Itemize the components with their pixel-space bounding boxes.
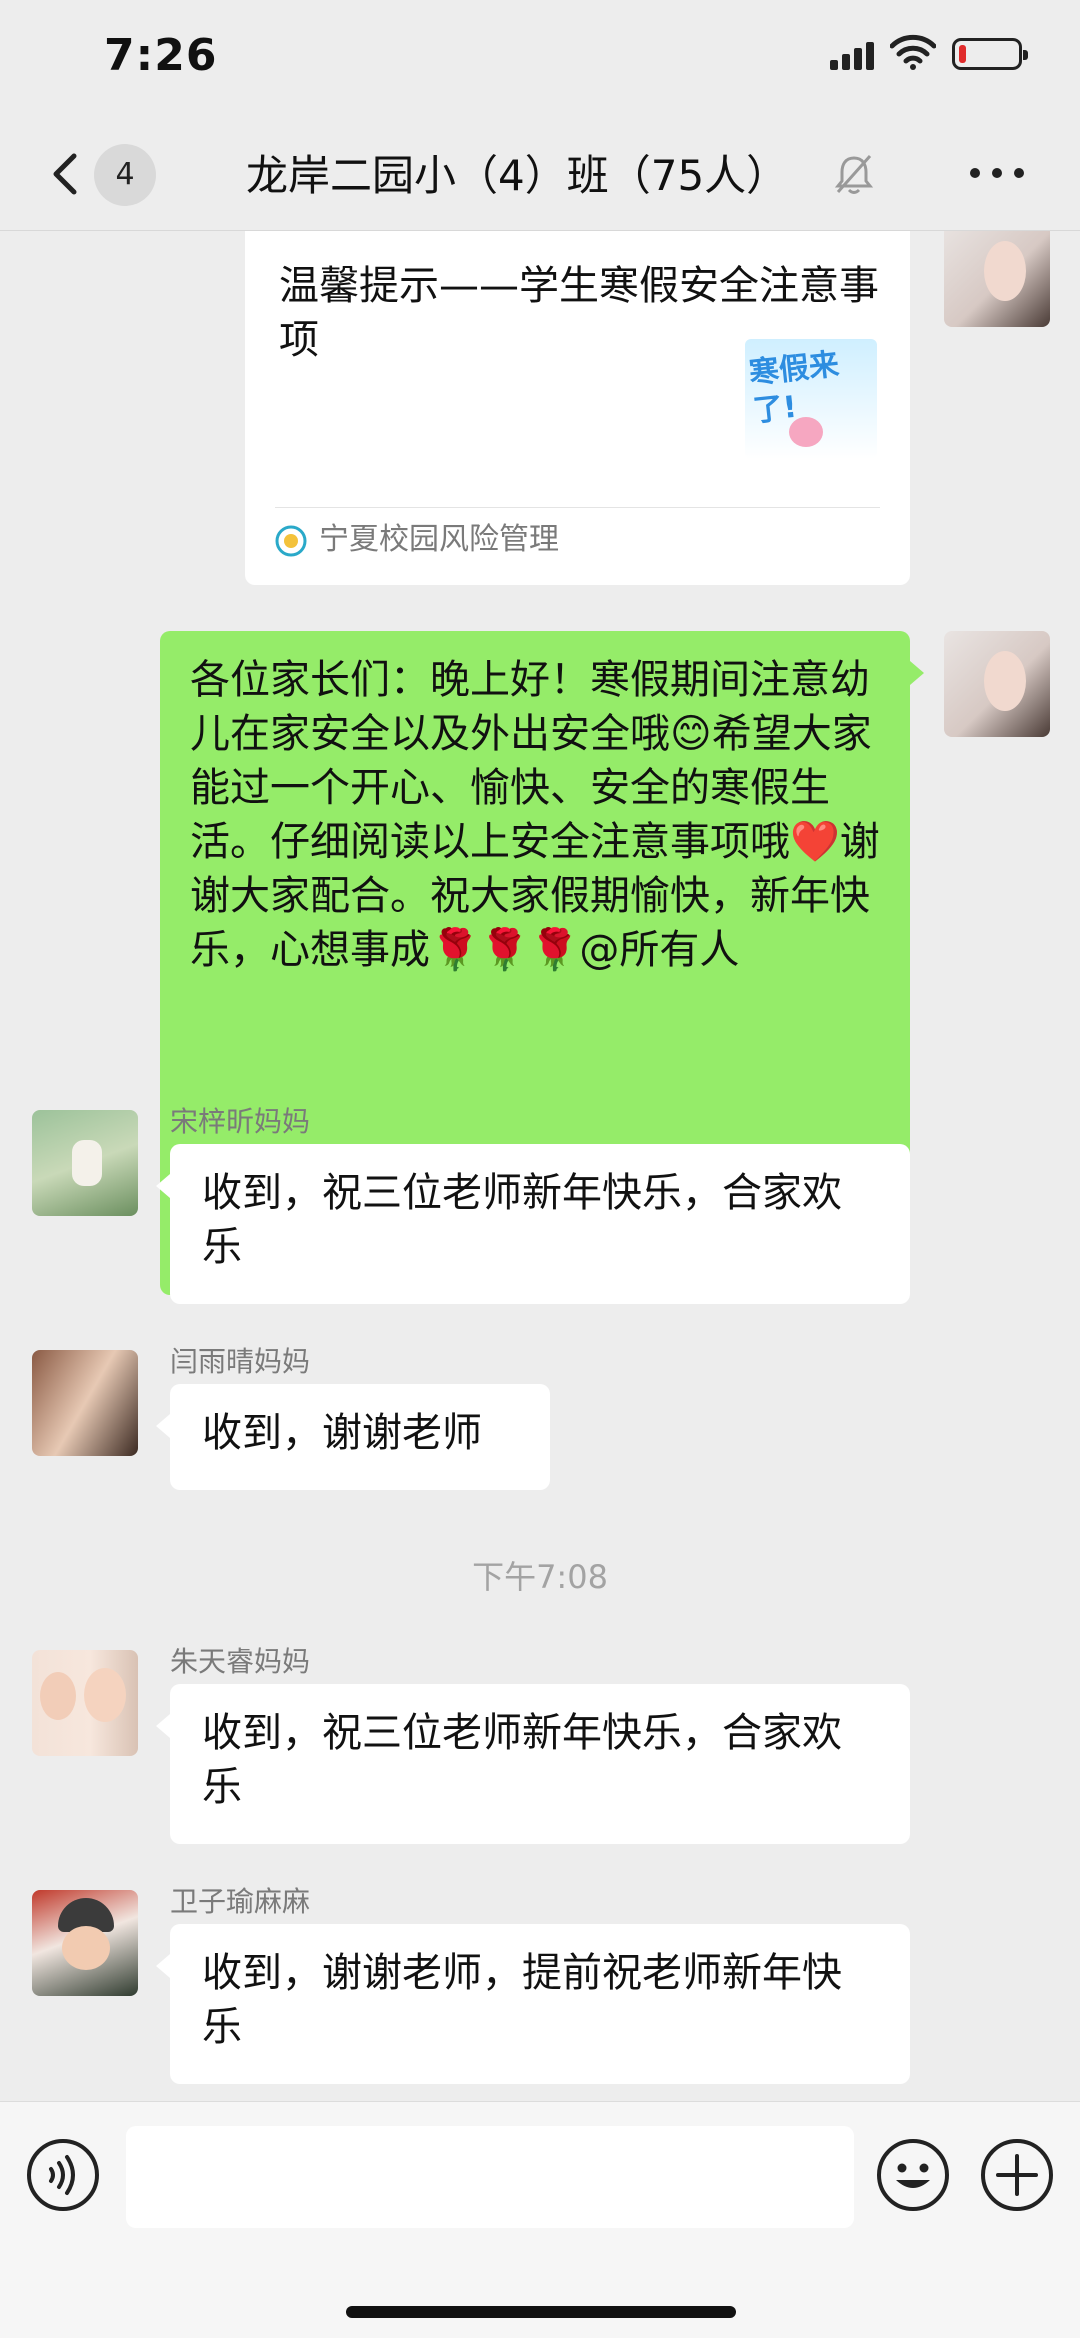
sender-name: 卫子瑜麻麻: [170, 1885, 311, 1918]
unread-count-badge[interactable]: 4: [94, 144, 156, 206]
battery-icon: [952, 38, 1028, 70]
message-timestamp: 下午7:08: [472, 1558, 608, 1596]
input-bar: [0, 2101, 1080, 2338]
home-indicator[interactable]: [346, 2306, 736, 2318]
self-avatar[interactable]: [944, 631, 1050, 737]
chat-header: 4 龙岸二园小（4）班（75人）: [0, 118, 1080, 231]
group-chat-title: 龙岸二园小（4）班（75人）: [246, 151, 789, 200]
source-logo-icon: [275, 525, 307, 557]
wifi-icon: [890, 34, 936, 70]
status-bar: 7:26: [0, 0, 1080, 118]
shared-article-card[interactable]: 温馨提示——学生寒假安全注意事项 寒假来了! 宁夏校园风险管理: [245, 231, 910, 585]
sender-avatar[interactable]: [32, 1110, 138, 1216]
message-bubble[interactable]: 收到，祝三位老师新年快乐，合家欢乐: [156, 1684, 910, 1844]
message-text: 收到，祝三位老师新年快乐，合家欢乐: [202, 1170, 842, 1270]
sender-name: 宋梓昕妈妈: [170, 1105, 311, 1138]
status-time: 7:26: [104, 30, 218, 81]
message-list[interactable]: 温馨提示——学生寒假安全注意事项 寒假来了! 宁夏校园风险管理 各位家长们：晚上…: [0, 231, 1080, 2101]
mute-bell-icon: [834, 155, 874, 194]
card-thumbnail: 寒假来了!: [745, 339, 877, 459]
sender-name: 朱天睿妈妈: [170, 1645, 311, 1678]
card-source-name: 宁夏校园风险管理: [319, 522, 559, 557]
message-bubble[interactable]: 收到，谢谢老师，提前祝老师新年快乐: [156, 1924, 910, 2084]
sender-name: 闫雨晴妈妈: [170, 1345, 311, 1378]
self-message-text: 各位家长们：晚上好！寒假期间注意幼儿在家安全以及外出安全哦😊希望大家能过一个开心…: [190, 657, 880, 973]
cellular-signal-icon: [830, 42, 874, 70]
message-bubble[interactable]: 收到，谢谢老师: [156, 1384, 550, 1490]
sender-avatar[interactable]: [32, 1350, 138, 1456]
back-chevron-icon[interactable]: [44, 148, 94, 200]
message-bubble[interactable]: 收到，祝三位老师新年快乐，合家欢乐: [156, 1144, 910, 1304]
message-text: 收到，祝三位老师新年快乐，合家欢乐: [202, 1710, 842, 1810]
message-input[interactable]: [126, 2126, 854, 2228]
message-text: 收到，谢谢老师: [202, 1410, 482, 1456]
sender-avatar[interactable]: [32, 1890, 138, 1996]
sender-avatar[interactable]: [32, 1650, 138, 1756]
emoji-icon[interactable]: [876, 2138, 950, 2212]
more-plus-icon[interactable]: [980, 2138, 1054, 2212]
self-avatar[interactable]: [944, 231, 1050, 327]
more-options-button[interactable]: [970, 168, 1026, 180]
message-text: 收到，谢谢老师，提前祝老师新年快乐: [202, 1950, 842, 2050]
voice-input-icon[interactable]: [26, 2138, 100, 2212]
